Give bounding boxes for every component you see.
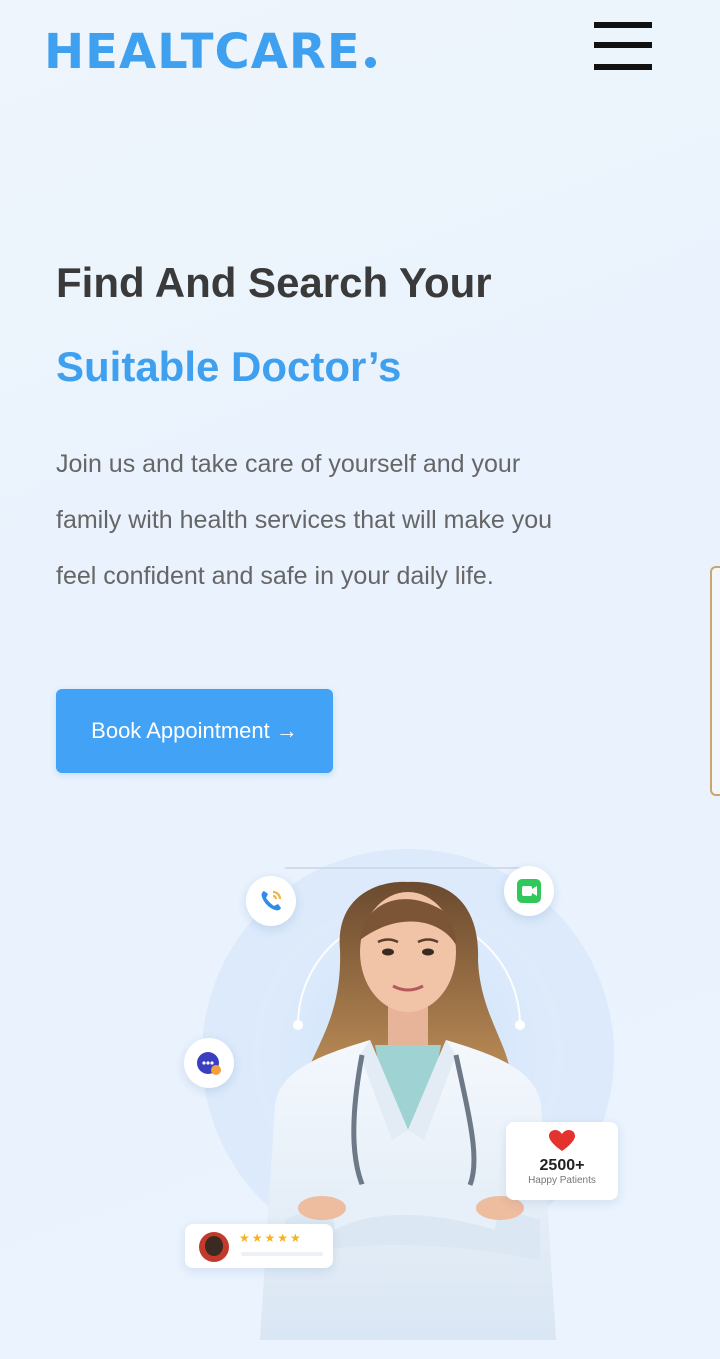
menu-bar [594, 22, 652, 28]
chat-badge[interactable] [184, 1038, 234, 1088]
hero-illustration: 2500+ Happy Patients ★★★★★ [180, 840, 640, 1340]
rating-stars: ★★★★★ [239, 1231, 303, 1245]
reviewer-avatar [199, 1232, 229, 1262]
hero-title-line2: Suitable Doctor’s [56, 343, 402, 390]
logo-text: HEALTCARE [44, 24, 361, 80]
call-badge[interactable] [246, 876, 296, 926]
hero-title-line1: Find And Search Your [56, 259, 492, 306]
video-call-icon [517, 879, 541, 903]
menu-bar [594, 42, 652, 48]
video-call-badge[interactable] [504, 866, 554, 916]
logo-dot [364, 57, 376, 68]
rating-line [241, 1252, 323, 1256]
logo[interactable]: HEALTCARE [44, 26, 376, 78]
happy-patients-card: 2500+ Happy Patients [506, 1122, 618, 1200]
chat-support-icon [197, 1052, 221, 1075]
patients-count: 2500+ [539, 1157, 585, 1174]
book-appointment-button[interactable]: Book Appointment → [56, 689, 333, 773]
menu-bar [594, 64, 652, 70]
patients-label: Happy Patients [528, 1175, 596, 1186]
rating-card: ★★★★★ [185, 1224, 333, 1268]
scroll-indicator[interactable] [710, 566, 720, 796]
heart-icon [549, 1130, 575, 1151]
phone-call-icon [261, 890, 282, 911]
hero-description: Join us and take care of yourself and yo… [56, 450, 553, 590]
hamburger-menu-button[interactable] [594, 20, 652, 72]
